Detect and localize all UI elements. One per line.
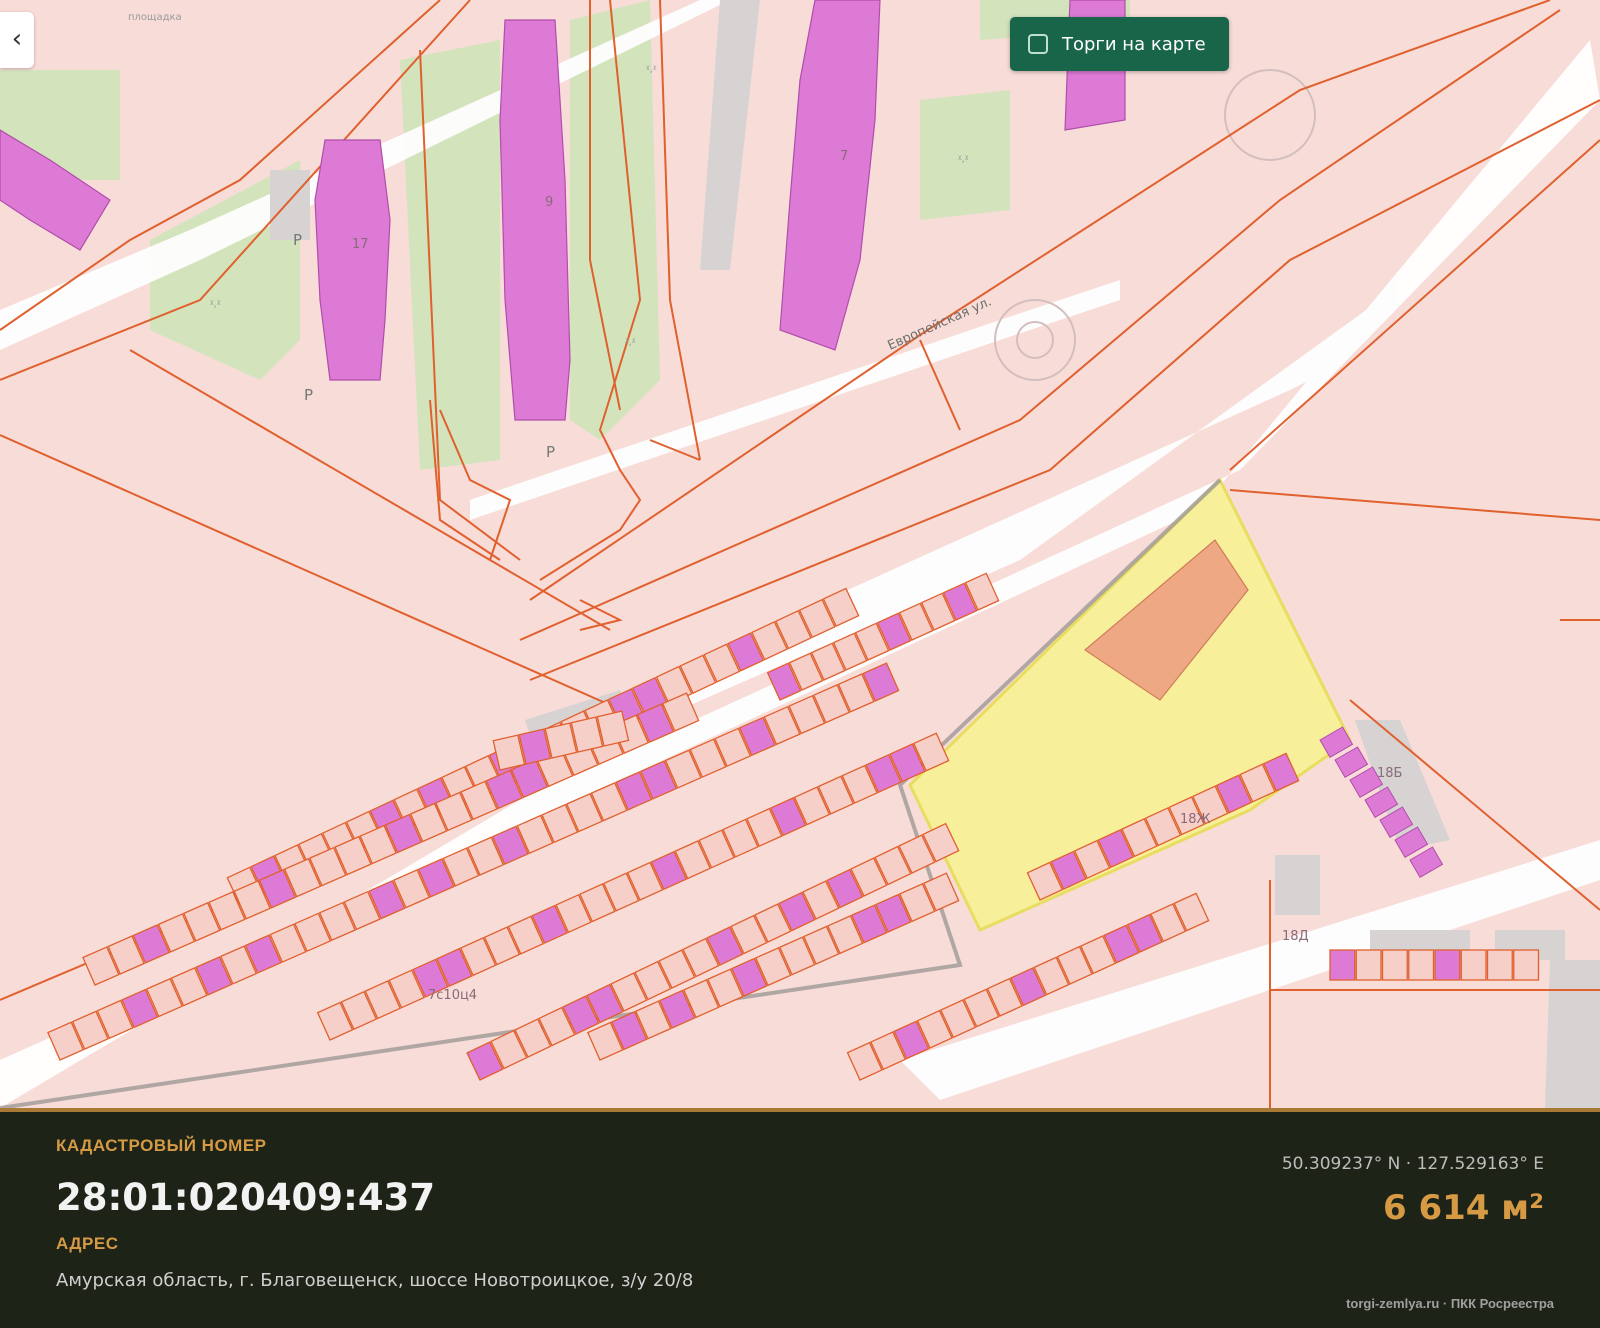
torgi-on-map-label: Торги на карте bbox=[1062, 33, 1206, 55]
parking-label: P bbox=[546, 443, 555, 461]
address-value: Амурская область, г. Благовещенск, шоссе… bbox=[56, 1270, 694, 1291]
garage-block-label: 7с10ц4 bbox=[428, 988, 477, 1003]
green-marker: ᵡ,ᵡ bbox=[210, 299, 221, 310]
garage-plot bbox=[1355, 949, 1382, 981]
garage-plot bbox=[1329, 949, 1356, 981]
checkbox-icon[interactable] bbox=[1028, 34, 1048, 54]
house-number-17: 17 bbox=[352, 237, 369, 252]
house-number-18b: 18Б bbox=[1377, 766, 1402, 781]
torgi-on-map-toggle[interactable]: Торги на карте bbox=[1010, 17, 1229, 71]
garage-plot bbox=[1486, 949, 1513, 981]
plot-area: 6 614 м² bbox=[1383, 1188, 1544, 1228]
playground-label: площадка bbox=[128, 12, 182, 23]
back-button[interactable]: ‹ bbox=[0, 12, 34, 68]
cadastral-number: 28:01:020409:437 bbox=[56, 1176, 436, 1219]
source-attribution: torgi-zemlya.ru · ПКК Росреестра bbox=[1346, 1296, 1554, 1311]
house-number-7: 7 bbox=[840, 149, 848, 164]
cadastral-map[interactable]: Европейская ул. площадка 17 9 7 18Б 18Д … bbox=[0, 0, 1600, 1108]
parking-label: P bbox=[293, 231, 302, 249]
garage-plot bbox=[1460, 949, 1487, 981]
map-canvas[interactable]: Европейская ул. площадка 17 9 7 18Б 18Д … bbox=[0, 0, 1600, 1108]
chevron-left-icon: ‹ bbox=[11, 23, 23, 54]
green-marker: ᵡ,ᵡ bbox=[958, 154, 969, 165]
garage-plot bbox=[1381, 949, 1408, 981]
green-marker: ᵡ,ᵡ bbox=[625, 337, 636, 348]
house-number-9: 9 bbox=[545, 195, 553, 210]
garage-plot bbox=[1513, 949, 1540, 981]
green-marker: ᵡ,ᵡ bbox=[646, 64, 657, 75]
house-number-18d: 18Д bbox=[1282, 929, 1309, 944]
garage-plot bbox=[1434, 949, 1461, 981]
address-label: АДРЕС bbox=[56, 1234, 119, 1253]
info-panel: КАДАСТРОВЫЙ НОМЕР 28:01:020409:437 АДРЕС… bbox=[0, 1108, 1600, 1328]
garage-plot bbox=[1408, 949, 1435, 981]
parking-label: P bbox=[304, 386, 313, 404]
coordinates: 50.309237° N · 127.529163° E bbox=[1281, 1154, 1544, 1174]
cadastral-number-label: КАДАСТРОВЫЙ НОМЕР bbox=[56, 1136, 267, 1155]
building-17 bbox=[314, 139, 391, 381]
plot-tag: 18Ж bbox=[1180, 812, 1211, 827]
